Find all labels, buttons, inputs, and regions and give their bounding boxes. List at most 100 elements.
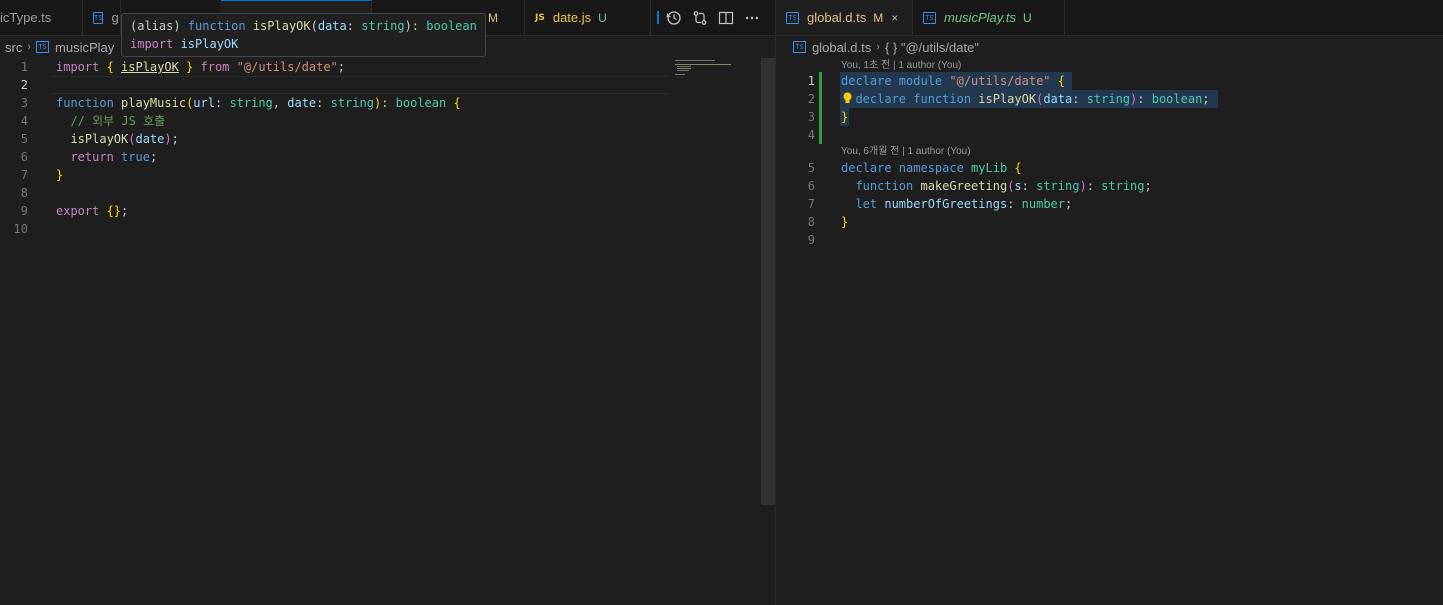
- code-token: ;: [1065, 197, 1073, 211]
- code-token: boolean: [1151, 92, 1203, 106]
- line-number: 5: [807, 161, 815, 175]
- code-token: ;: [149, 150, 158, 164]
- breadcrumb-src[interactable]: src: [5, 40, 22, 55]
- code-text: function makeGreeting(s: string): string…: [841, 177, 1151, 195]
- code-line[interactable]: 8}: [776, 213, 1443, 231]
- code-token: import: [56, 60, 107, 74]
- code-text: isPlayOK(date);: [56, 130, 178, 148]
- hover-import: import isPlayOK: [130, 35, 477, 53]
- hover-signature: (alias) function isPlayOK(data: string):…: [130, 17, 477, 35]
- code-text: }: [841, 213, 848, 231]
- code-token: number: [1021, 197, 1065, 211]
- code-token: function: [913, 92, 979, 106]
- breadcrumb-file[interactable]: musicPlay: [55, 40, 114, 55]
- code-token: isPlayOK: [121, 60, 179, 74]
- code-token: myLib: [971, 161, 1015, 175]
- line-number: 8: [20, 186, 28, 200]
- tab-icType[interactable]: icType.ts: [0, 0, 83, 35]
- breadcrumb-file[interactable]: global.d.ts: [812, 40, 871, 55]
- code-text: export {};: [56, 202, 128, 220]
- tab-label: g: [111, 10, 119, 25]
- code-line[interactable]: 4 // 외부 JS 호출: [0, 112, 775, 130]
- code-line[interactable]: 4: [776, 126, 1443, 144]
- code-token: declare: [841, 161, 899, 175]
- tab-status-modified: M: [873, 10, 884, 25]
- more-actions-icon[interactable]: [744, 10, 760, 26]
- compare-changes-icon[interactable]: [692, 10, 708, 26]
- code-line[interactable]: 1 declare module "@/utils/date" {: [776, 72, 1443, 90]
- code-token: data: [1043, 92, 1073, 106]
- line-number: 6: [20, 150, 28, 164]
- code-token: makeGreeting: [920, 179, 1008, 193]
- code-token: :: [214, 96, 230, 110]
- code-line[interactable]: 5 declare namespace myLib {: [776, 159, 1443, 177]
- tab-global[interactable]: TS g: [83, 0, 121, 35]
- code-line[interactable]: 3 function playMusic(url: string, date: s…: [0, 94, 775, 112]
- line-number: 8: [807, 215, 815, 229]
- history-icon[interactable]: [666, 10, 682, 26]
- right-code-editor[interactable]: You, 1초 전 | 1 author (You) You, 6개월 전 | …: [776, 58, 1443, 605]
- code-token: string: [1101, 179, 1145, 193]
- tab-date-js[interactable]: JS date.js U: [525, 0, 651, 35]
- line-number: 3: [807, 110, 815, 124]
- close-icon[interactable]: ×: [891, 11, 898, 25]
- code-token: string: [1086, 92, 1131, 106]
- code-token: ;: [337, 60, 346, 74]
- code-token: s: [1014, 179, 1022, 193]
- code-token: function: [187, 19, 253, 33]
- code-line[interactable]: 9 export {};: [0, 202, 775, 220]
- split-editor-icon[interactable]: [718, 10, 734, 26]
- chevron-right-icon: ›: [27, 41, 32, 53]
- code-line[interactable]: 2 declare function isPlayOK(data: string…: [776, 90, 1443, 108]
- line-number: 1: [20, 60, 28, 74]
- code-line[interactable]: 6 return true;: [0, 148, 775, 166]
- code-token: numberOfGreetings: [884, 197, 1008, 211]
- code-text: let numberOfGreetings: number;: [841, 195, 1072, 213]
- code-token: string: [1036, 179, 1080, 193]
- left-code-editor[interactable]: 1 import { isPlayOK } from "@/utils/date"…: [0, 58, 775, 605]
- code-token: :: [1137, 92, 1152, 106]
- code-line[interactable]: 1 import { isPlayOK } from "@/utils/date"…: [0, 58, 775, 76]
- tab-global-d-ts[interactable]: TS global.d.ts M ×: [776, 0, 913, 35]
- code-line[interactable]: 9: [776, 231, 1443, 249]
- chevron-right-icon: ›: [876, 41, 880, 53]
- tab-label: icType.ts: [0, 10, 52, 25]
- code-line[interactable]: 8: [0, 184, 775, 202]
- code-token: :: [346, 19, 362, 33]
- code-line[interactable]: 7 let numberOfGreetings: number;: [776, 195, 1443, 213]
- js-file-icon: JS: [535, 12, 545, 23]
- left-editor-group: icType.ts TS g M JS date.js U src › TS m…: [0, 0, 775, 605]
- code-token: ): [1079, 179, 1087, 193]
- code-line[interactable]: 7}: [0, 166, 775, 184]
- breadcrumb: TS global.d.ts › { } "@/utils/date": [776, 36, 1443, 58]
- code-token: ;: [1202, 92, 1210, 106]
- code-line[interactable]: 5 isPlayOK(date);: [0, 130, 775, 148]
- codelens-blame-2[interactable]: You, 6개월 전 | 1 author (You): [841, 144, 971, 160]
- code-token: {: [106, 60, 122, 74]
- tab-status-untracked: U: [1023, 10, 1032, 25]
- code-line[interactable]: 6 function makeGreeting(s: string): stri…: [776, 177, 1443, 195]
- code-token: namespace: [898, 161, 972, 175]
- line-number: 7: [20, 168, 28, 182]
- code-token: ): [164, 132, 172, 146]
- code-token: "@/utils/date": [236, 60, 338, 74]
- code-token: function: [841, 179, 921, 193]
- code-text: // 외부 JS 호출: [56, 112, 165, 130]
- line-number: 7: [807, 197, 815, 211]
- line-number: 10: [13, 222, 28, 236]
- tab-musicPlay-ts[interactable]: TS musicPlay.ts U: [913, 0, 1065, 35]
- code-text: declare function isPlayOK(data: string):…: [841, 90, 1210, 108]
- code-text: function playMusic(url: string, date: st…: [56, 94, 461, 112]
- code-line[interactable]: 2: [0, 76, 775, 94]
- code-token: boolean: [395, 96, 447, 110]
- code-line[interactable]: 3}: [776, 108, 1443, 126]
- code-token: :: [1086, 179, 1102, 193]
- right-tab-bar: TS global.d.ts M × TS musicPlay.ts U: [776, 0, 1443, 36]
- line-number: 9: [807, 233, 815, 247]
- code-text: declare module "@/utils/date" {: [841, 72, 1065, 90]
- ts-file-icon: TS: [793, 41, 806, 53]
- code-token: string: [361, 19, 405, 33]
- code-line[interactable]: 10: [0, 220, 775, 238]
- breadcrumb-module[interactable]: { } "@/utils/date": [885, 40, 979, 55]
- code-text: }: [841, 108, 848, 126]
